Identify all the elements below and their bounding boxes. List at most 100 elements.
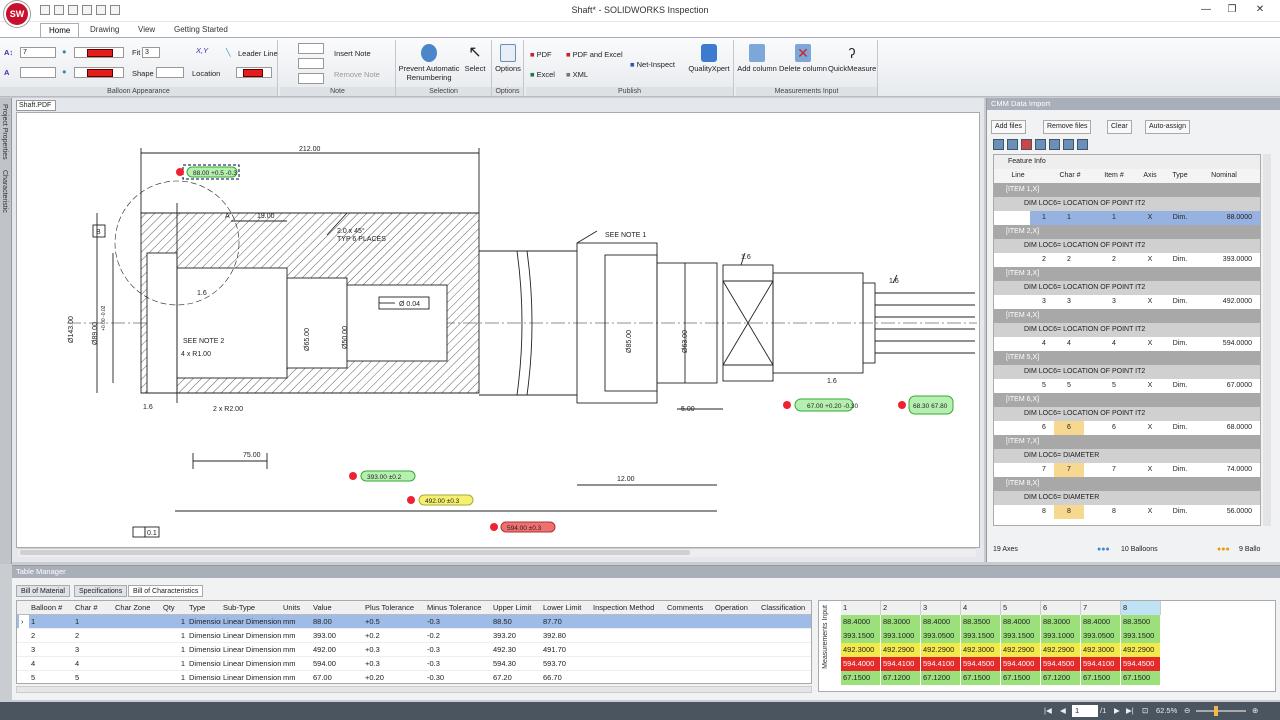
tab-characteristic[interactable]: Characteristic — [1, 170, 8, 213]
location-label[interactable]: Location — [192, 69, 220, 78]
meas-cell[interactable]: 492.2900 — [921, 643, 961, 657]
prevent-renumbering-button[interactable]: Prevent Automatic Renumbering — [396, 44, 462, 82]
feature-row-1[interactable]: 1 1 1 X Dim. 88.0000 — [994, 211, 1260, 225]
shape-combo[interactable] — [156, 67, 184, 78]
meas-cell[interactable]: 67.1500 — [841, 671, 881, 685]
remove-files-button[interactable]: Remove files — [1043, 120, 1092, 134]
zoom-out-icon[interactable]: ⊖ — [1184, 706, 1190, 715]
feature-row-4[interactable]: 4 4 4 X Dim. 594.0000 — [994, 337, 1260, 351]
meas-col-2[interactable]: 2 — [881, 601, 921, 615]
tab-specifications[interactable]: Specifications — [74, 585, 128, 597]
meas-cell[interactable]: 594.4100 — [1081, 657, 1121, 671]
feature-tree-scrollbar[interactable] — [1263, 154, 1271, 526]
meas-cell[interactable]: 393.1000 — [1041, 629, 1081, 643]
drawing-hscroll-thumb[interactable] — [20, 550, 690, 555]
meas-cell[interactable]: 594.4100 — [881, 657, 921, 671]
feature-dim-6[interactable]: DIM LOC6= LOCATION OF POINT IT2 — [994, 407, 1260, 421]
note-color-combo[interactable] — [298, 73, 324, 84]
note-border-combo[interactable] — [298, 58, 324, 69]
tab-view[interactable]: View — [130, 23, 163, 38]
doc-tab[interactable]: Shaft.PDF — [16, 100, 56, 111]
meas-cell[interactable]: 393.1500 — [1121, 629, 1161, 643]
feature-row-6[interactable]: 6 6 6 X Dim. 68.0000 — [994, 421, 1260, 435]
zoom-slider-thumb[interactable] — [1214, 706, 1218, 716]
meas-cell[interactable]: 67.1200 — [1041, 671, 1081, 685]
filter-icon[interactable] — [1035, 139, 1046, 150]
table-row[interactable]: 4 4 1 Dimension Linear Dimension mm 594.… — [17, 657, 811, 671]
note-font-combo[interactable] — [298, 43, 324, 54]
delete-column-button[interactable]: ✕ Delete column — [778, 44, 828, 73]
feature-dim-8[interactable]: DIM LOC6= DIAMETER — [994, 491, 1260, 505]
fit-combo[interactable]: 3 — [142, 47, 160, 58]
feature-dim-5[interactable]: DIM LOC6= LOCATION OF POINT IT2 — [994, 365, 1260, 379]
tab-home[interactable]: Home — [40, 23, 80, 38]
expand-all-icon[interactable] — [993, 139, 1004, 150]
meas-cell[interactable]: 88.3500 — [961, 615, 1001, 629]
publish-xml-button[interactable]: ■ XML — [566, 70, 588, 79]
quickmeasure-button[interactable]: ʔ QuickMeasure — [828, 44, 876, 73]
feature-row-2[interactable]: 2 2 2 X Dim. 393.0000 — [994, 253, 1260, 267]
meas-cell[interactable]: 88.3000 — [881, 615, 921, 629]
sort-icon[interactable] — [1049, 139, 1060, 150]
border-style-picker[interactable] — [20, 67, 56, 78]
table-row[interactable]: 3 3 1 Dimension Linear Dimension mm 492.… — [17, 643, 811, 657]
leader-color-picker[interactable] — [236, 67, 272, 78]
meas-cell[interactable]: 393.1000 — [881, 629, 921, 643]
feature-row-8[interactable]: 8 8 8 X Dim. 56.0000 — [994, 505, 1260, 519]
tab-bill-of-material[interactable]: Bill of Material — [16, 585, 70, 597]
table-row[interactable]: 5 5 1 Dimension Linear Dimension mm 67.0… — [17, 671, 811, 683]
meas-cell[interactable]: 67.1500 — [961, 671, 1001, 685]
clear-button[interactable]: Clear — [1107, 120, 1132, 134]
feature-dim-3[interactable]: DIM LOC6= LOCATION OF POINT IT2 — [994, 281, 1260, 295]
clear-filter-icon[interactable] — [1077, 139, 1088, 150]
meas-cell[interactable]: 88.3000 — [1041, 615, 1081, 629]
feature-tree[interactable]: Feature Info Line Char # Item # Axis Typ… — [993, 154, 1261, 526]
remove-note-button[interactable]: Remove Note — [334, 70, 380, 79]
feature-item-8[interactable]: [ITEM 8,X] — [994, 477, 1260, 491]
drawing-sheet[interactable]: 212.00 19.00 2.0 x 45° TYP 6 PLACES SEE … — [16, 112, 980, 548]
minimize-icon[interactable]: — — [1196, 3, 1216, 17]
meas-cell[interactable]: 594.4000 — [841, 657, 881, 671]
meas-cell[interactable]: 88.3500 — [1121, 615, 1161, 629]
leader-line-label[interactable]: Leader Line — [238, 49, 278, 58]
meas-cell[interactable]: 594.4500 — [961, 657, 1001, 671]
first-page-icon[interactable]: |◀ — [1044, 706, 1052, 715]
meas-cell[interactable]: 67.1500 — [1001, 671, 1041, 685]
meas-col-7[interactable]: 7 — [1081, 601, 1121, 615]
maximize-icon[interactable]: ❐ — [1222, 3, 1242, 17]
auto-assign-button[interactable]: Auto-assign — [1145, 120, 1190, 134]
publish-pdf-excel-button[interactable]: ■ PDF and Excel — [566, 50, 623, 59]
feature-dim-7[interactable]: DIM LOC6= DIAMETER — [994, 449, 1260, 463]
tab-bill-of-characteristics[interactable]: Bill of Characteristics — [128, 585, 204, 597]
next-page-icon[interactable]: ▶ — [1114, 706, 1120, 715]
tab-project-properties[interactable]: Project Properties — [1, 104, 8, 160]
table-row[interactable]: › 1 1 1 Dimension Linear Dimension mm 88… — [17, 615, 811, 629]
publish-excel-button[interactable]: ■ Excel — [530, 70, 555, 79]
characteristics-grid[interactable]: Balloon # Char # Char Zone Qty Type Sub-… — [16, 600, 812, 684]
feature-item-4[interactable]: [ITEM 4,X] — [994, 309, 1260, 323]
feature-item-1[interactable]: [ITEM 1,X] — [994, 183, 1260, 197]
meas-cell[interactable]: 393.0500 — [1081, 629, 1121, 643]
grid-hscrollbar[interactable] — [16, 686, 812, 693]
meas-cell[interactable]: 492.2900 — [881, 643, 921, 657]
meas-col-1[interactable]: 1 — [841, 601, 881, 615]
select-button[interactable]: ↖ Select — [462, 44, 488, 73]
meas-cell[interactable]: 594.4500 — [1121, 657, 1161, 671]
meas-cell[interactable]: 492.3000 — [961, 643, 1001, 657]
zoom-fit-icon[interactable]: ⊡ — [1142, 706, 1148, 715]
meas-col-6[interactable]: 6 — [1041, 601, 1081, 615]
collapse-all-icon[interactable] — [1007, 139, 1018, 150]
measurements-input-grid[interactable]: Measurements Input 1 2 3 4 5 6 7 8 88.4000 88.300… — [818, 600, 1276, 692]
meas-cell[interactable]: 594.4500 — [1041, 657, 1081, 671]
publish-pdf-button[interactable]: ■ PDF — [530, 50, 552, 59]
close-icon[interactable]: ✕ — [1250, 3, 1270, 17]
delete-icon[interactable] — [1021, 139, 1032, 150]
font-size-combo[interactable]: 7 — [20, 47, 56, 58]
meas-cell[interactable]: 393.1500 — [841, 629, 881, 643]
meas-cell[interactable]: 492.3000 — [1081, 643, 1121, 657]
feature-row-5[interactable]: 5 5 5 X Dim. 67.0000 — [994, 379, 1260, 393]
insert-note-button[interactable]: Insert Note — [334, 49, 371, 58]
feature-row-3[interactable]: 3 3 3 X Dim. 492.0000 — [994, 295, 1260, 309]
meas-cell[interactable]: 67.1500 — [1081, 671, 1121, 685]
page-input[interactable]: 1 — [1072, 705, 1098, 717]
